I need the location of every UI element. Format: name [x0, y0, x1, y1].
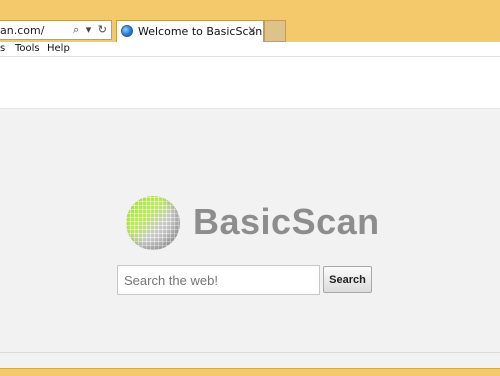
search-icon[interactable]: ⌕	[73, 23, 79, 36]
globe-icon	[121, 25, 133, 37]
address-text[interactable]: an.com/	[0, 24, 44, 37]
search-button[interactable]: Search	[323, 266, 372, 293]
close-icon[interactable]: ×	[247, 23, 257, 37]
menu-item-help[interactable]: Help	[47, 43, 70, 54]
page-header-band	[0, 57, 500, 109]
tab-title: Welcome to BasicScan	[138, 25, 263, 38]
dropdown-icon[interactable]: ▾	[86, 23, 92, 36]
menu-item-tools[interactable]: Tools	[15, 43, 40, 54]
new-tab-button[interactable]	[264, 20, 286, 42]
tab-welcome-to-basicscan[interactable]: Welcome to BasicScan ×	[116, 20, 264, 42]
basicscan-logo-icon	[126, 196, 180, 250]
menu-bar: s Tools Help	[0, 42, 500, 57]
refresh-icon[interactable]: ↻	[98, 23, 107, 36]
divider	[0, 352, 500, 353]
basicscan-logo-text: BasicScan	[193, 201, 380, 242]
address-bar[interactable]: an.com/ ⌕ ▾ ↻	[0, 20, 112, 40]
search-input[interactable]	[117, 265, 320, 295]
address-icons: ⌕ ▾ ↻	[70, 23, 107, 37]
menu-item-partial[interactable]: s	[0, 43, 5, 54]
browser-chrome: an.com/ ⌕ ▾ ↻ Welcome to BasicScan ×	[0, 0, 500, 43]
